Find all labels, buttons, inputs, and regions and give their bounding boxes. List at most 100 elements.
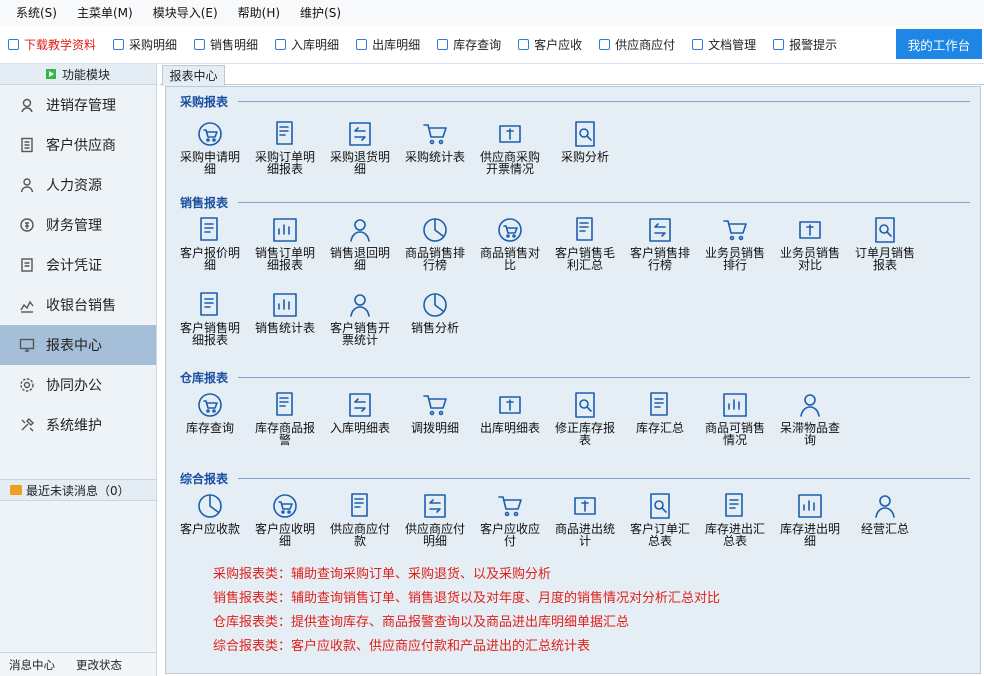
change-status-link[interactable]: 更改状态 [76, 657, 122, 673]
sidebar-nav: 进销存管理客户供应商人力资源财务管理会计凭证收银台销售 报表中心协同办公系统维护 [0, 85, 156, 445]
quick-toolbar: 下载教学资料 采购明细 销售明细 入库明细 出库明细 库存查询 客户应收 供应商应付 文档管理 报… [0, 26, 984, 64]
section-divider [238, 101, 970, 102]
menu-item-2[interactable]: 模块导入(E) [143, 0, 228, 26]
report-item-label: 销售统计表 [254, 321, 315, 335]
report-icon [645, 491, 675, 521]
report-item[interactable]: 采购退货明细 [324, 119, 396, 175]
report-item[interactable]: 入库明细表 [324, 390, 396, 434]
sidebar: 功能模块 进销存管理 客户供应商 人力资源 财务管理 会计凭证 收银台销售 报表中心 协同办公… [0, 64, 157, 676]
sidebar-item-7[interactable]: 协同办公 [0, 365, 156, 405]
report-item[interactable]: 订单月销售报表 [849, 215, 921, 271]
my-workbench-button[interactable]: 我的工作台 [896, 29, 982, 59]
sidebar-item-label: 人力资源 [46, 178, 102, 194]
toolbar-item-6[interactable]: 客户应收 [518, 36, 582, 53]
report-item[interactable]: 库存进出明细 [774, 491, 846, 547]
report-item[interactable]: 客户应收应付 [474, 491, 546, 547]
report-item[interactable]: 库存商品报警 [249, 390, 321, 446]
report-item[interactable]: 客户应收款 [174, 491, 246, 535]
report-item[interactable]: 采购统计表 [399, 119, 471, 163]
report-item[interactable]: 客户销售排行榜 [624, 215, 696, 271]
sidebar-item-0[interactable]: 进销存管理 [0, 85, 156, 125]
report-item[interactable]: 采购申请明细 [174, 119, 246, 175]
report-item[interactable]: 客户销售明细报表 [174, 290, 246, 346]
report-item[interactable]: 库存进出汇总表 [699, 491, 771, 547]
report-item[interactable]: 采购分析 [549, 119, 621, 163]
sidebar-item-label: 协同办公 [46, 378, 102, 394]
report-item[interactable]: 供应商采购开票情况 [474, 119, 546, 175]
report-item[interactable]: 库存汇总 [624, 390, 696, 434]
sidebar-item-8[interactable]: 系统维护 [0, 405, 156, 445]
report-icon [720, 390, 750, 420]
menu-item-1[interactable]: 主菜单(M) [67, 0, 143, 26]
menu-item-0[interactable]: 系统(S) [6, 0, 67, 26]
toolbar-item-label: 下载教学资料 [24, 38, 97, 52]
description-note-1: 销售报表类：辅助查询销售订单、销售退货以及对年度、月度的销售情况对分析汇总对比 [213, 591, 721, 606]
report-item[interactable]: 销售分析 [399, 290, 471, 334]
toolbar-item-4[interactable]: 出库明细 [356, 36, 420, 53]
report-item[interactable]: 供应商应付明细 [399, 491, 471, 547]
sidebar-item-1[interactable]: 客户供应商 [0, 125, 156, 165]
report-item[interactable]: 供应商应付款 [324, 491, 396, 547]
report-item-label: 经营汇总 [860, 522, 909, 536]
toolbar-item-7[interactable]: 供应商应付 [599, 36, 675, 53]
sidebar-item-3[interactable]: 财务管理 [0, 205, 156, 245]
report-item[interactable]: 销售统计表 [249, 290, 321, 334]
menu-item-3[interactable]: 帮助(H) [228, 0, 290, 26]
sidebar-item-4[interactable]: 会计凭证 [0, 245, 156, 285]
report-icon [420, 119, 450, 149]
report-icon [270, 119, 300, 149]
checkbox-icon [194, 39, 206, 50]
report-item[interactable]: 商品销售对比 [474, 215, 546, 271]
report-item[interactable]: 客户销售毛利汇总 [549, 215, 621, 271]
sidebar-item-6[interactable]: 报表中心 [0, 325, 156, 365]
report-item[interactable]: 客户应收明细 [249, 491, 321, 547]
report-item[interactable]: 采购订单明细报表 [249, 119, 321, 175]
description-note-3: 综合报表类：客户应收款、供应商应付款和产品进出的汇总统计表 [213, 639, 591, 654]
coin-icon [18, 216, 36, 234]
report-item[interactable]: 修正库存报表 [549, 390, 621, 446]
toolbar-item-0[interactable]: 下载教学资料 [8, 36, 96, 53]
unread-messages-header[interactable]: 最近未读消息（0） [0, 479, 156, 501]
menu-item-4[interactable]: 维护(S) [290, 0, 351, 26]
report-item[interactable]: 销售退回明细 [324, 215, 396, 271]
report-item[interactable]: 呆滞物品查询 [774, 390, 846, 446]
toolbar-item-5[interactable]: 库存查询 [437, 36, 501, 53]
toolbar-item-label: 入库明细 [291, 38, 340, 52]
report-item[interactable]: 客户订单汇总表 [624, 491, 696, 547]
chart-line-icon [18, 296, 36, 314]
report-item-label: 商品可销售情况 [704, 421, 765, 447]
message-center-link[interactable]: 消息中心 [9, 657, 55, 673]
report-item[interactable]: 经营汇总 [849, 491, 921, 535]
report-item[interactable]: 库存查询 [174, 390, 246, 434]
report-item[interactable]: 调拨明细 [399, 390, 471, 434]
report-icon [195, 215, 225, 245]
report-item-label: 呆滞物品查询 [779, 421, 840, 447]
toolbar-item-9[interactable]: 报警提示 [773, 36, 837, 53]
report-item-label: 供应商应付明细 [404, 522, 465, 548]
report-item[interactable]: 销售订单明细报表 [249, 215, 321, 271]
report-item[interactable]: 商品销售排行榜 [399, 215, 471, 271]
report-item[interactable]: 商品可销售情况 [699, 390, 771, 446]
sidebar-item-label: 会计凭证 [46, 258, 102, 274]
report-item[interactable]: 商品进出统计 [549, 491, 621, 547]
report-item[interactable]: 客户报价明细 [174, 215, 246, 271]
toolbar-item-8[interactable]: 文档管理 [692, 36, 756, 53]
toolbar-item-1[interactable]: 采购明细 [113, 36, 177, 53]
tab-report-center[interactable]: 报表中心 [162, 65, 225, 86]
report-item[interactable]: 业务员销售排行 [699, 215, 771, 271]
sidebar-item-5[interactable]: 收银台销售 [0, 285, 156, 325]
sidebar-item-2[interactable]: 人力资源 [0, 165, 156, 205]
report-item[interactable]: 出库明细表 [474, 390, 546, 434]
sidebar-item-label: 客户供应商 [46, 138, 116, 154]
report-icon [345, 215, 375, 245]
report-item[interactable]: 业务员销售对比 [774, 215, 846, 271]
report-item-label: 采购分析 [560, 150, 609, 164]
toolbar-item-3[interactable]: 入库明细 [275, 36, 339, 53]
report-item-label: 供应商采购开票情况 [479, 150, 540, 176]
report-item-label: 客户报价明细 [179, 246, 240, 272]
toolbar-item-label: 供应商应付 [615, 38, 676, 52]
toolbar-item-label: 出库明细 [372, 38, 421, 52]
report-item[interactable]: 客户销售开票统计 [324, 290, 396, 346]
report-icon [795, 215, 825, 245]
toolbar-item-2[interactable]: 销售明细 [194, 36, 258, 53]
